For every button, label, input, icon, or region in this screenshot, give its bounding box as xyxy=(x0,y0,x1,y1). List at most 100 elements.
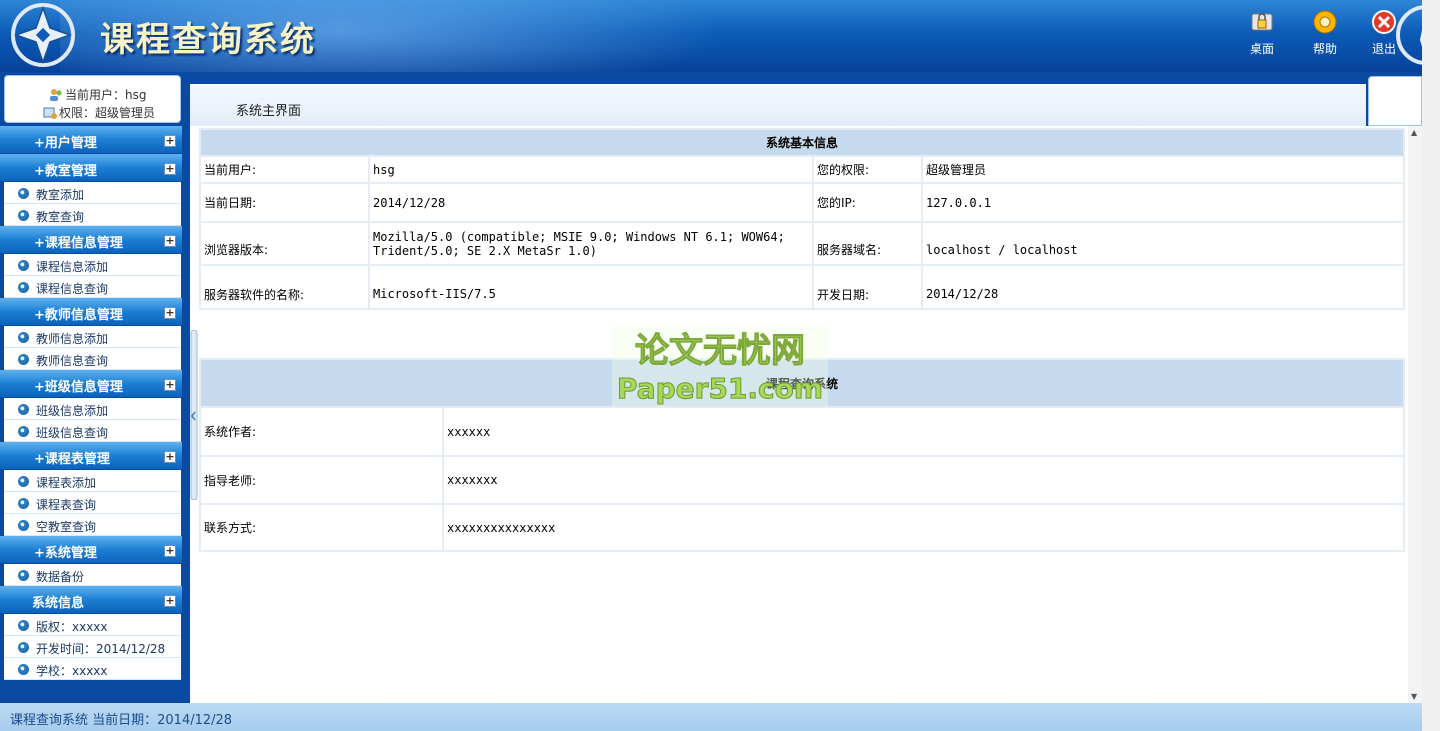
exit-close-icon xyxy=(1372,10,1396,34)
info-dev-time: 开发时间：2014/12/28 xyxy=(4,636,181,658)
bullet-icon xyxy=(18,570,29,581)
value-current-date: 2014/12/28 xyxy=(368,182,814,223)
menu-item-label: 课程表查询 xyxy=(36,498,97,512)
value-server-domain: localhost / localhost xyxy=(921,221,1405,266)
bullet-icon xyxy=(18,404,29,415)
desktop-button[interactable]: 桌面 xyxy=(1238,8,1286,57)
value-server-software: Microsoft-IIS/7.5 xyxy=(368,264,814,310)
menu-item-timetable-query[interactable]: 课程表查询 xyxy=(4,492,181,514)
scroll-down-icon[interactable]: ▼ xyxy=(1411,692,1417,701)
value-author: xxxxxx xyxy=(442,406,1405,457)
menu-title: 系统信息 xyxy=(32,596,85,611)
bullet-icon xyxy=(18,260,29,271)
svg-text:Paper51.com: Paper51.com xyxy=(617,372,823,405)
bullet-icon xyxy=(18,282,29,293)
tab-right-panel xyxy=(1368,76,1422,126)
menu-title: +教室管理 xyxy=(34,164,97,179)
menu-item-teacher-query[interactable]: 教师信息查询 xyxy=(4,348,181,370)
expand-plus-icon[interactable]: + xyxy=(164,545,176,557)
bullet-icon xyxy=(18,426,29,437)
user-icon xyxy=(50,88,62,101)
info-label: 开发时间：2014/12/28 xyxy=(36,642,166,656)
menu-teacher-info-management[interactable]: +教师信息管理 + xyxy=(0,298,182,326)
menu-item-course-query[interactable]: 课程信息查询 xyxy=(4,276,181,298)
main-tab-bar: 系统主界面 xyxy=(190,72,1422,126)
value-current-user: hsg xyxy=(368,155,814,184)
value-contact: xxxxxxxxxxxxxxx xyxy=(442,503,1405,552)
expand-plus-icon[interactable]: + xyxy=(164,135,176,147)
tab-system-main[interactable]: 系统主界面 xyxy=(190,84,1366,126)
menu-title: +课程信息管理 xyxy=(34,236,123,251)
menu-item-teacher-add[interactable]: 教师信息添加 xyxy=(4,326,181,348)
expand-plus-icon[interactable]: + xyxy=(164,307,176,319)
label-contact: 联系方式: xyxy=(199,503,444,552)
menu-user-management[interactable]: +用户管理 + xyxy=(0,126,182,154)
menu-title: +课程表管理 xyxy=(34,452,110,467)
bullet-icon xyxy=(18,642,29,653)
permission-text: 权限：超级管理员 xyxy=(59,106,156,120)
menu-item-label: 教室添加 xyxy=(36,188,85,202)
menu-classroom-management[interactable]: +教室管理 + xyxy=(0,154,182,182)
info-school: 学校：xxxxx xyxy=(4,658,181,680)
menu-class-info-management[interactable]: +班级信息管理 + xyxy=(0,370,182,398)
system-info-table: 系统基本信息 当前用户: hsg 您的权限: 超级管理员 当前日期: 2014/… xyxy=(199,128,1405,310)
expand-plus-icon[interactable]: + xyxy=(164,379,176,391)
paper51-watermark-logo: 论文无忧网 Paper51.com xyxy=(612,326,828,406)
bullet-icon xyxy=(18,210,29,221)
value-teacher: xxxxxxx xyxy=(442,455,1405,505)
status-bar: 课程查询系统 当前日期：2014/12/28 xyxy=(0,703,1422,731)
window-right-strip xyxy=(1422,0,1440,731)
bullet-icon xyxy=(18,498,29,509)
menu-item-label: 教师信息添加 xyxy=(36,332,109,346)
menu-item-label: 班级信息查询 xyxy=(36,426,109,440)
permission-icon xyxy=(43,107,57,119)
info-copyright: 版权：xxxxx xyxy=(4,614,181,636)
menu-item-classroom-add[interactable]: 教室添加 xyxy=(4,182,181,204)
label-author: 系统作者: xyxy=(199,406,444,457)
menu-title: +系统管理 xyxy=(34,546,97,561)
system-logo-icon xyxy=(11,3,75,67)
scroll-up-icon[interactable]: ▲ xyxy=(1411,128,1417,137)
menu-course-info-management[interactable]: +课程信息管理 + xyxy=(0,226,182,254)
menu-item-label: 课程表添加 xyxy=(36,476,97,490)
menu-item-label: 数据备份 xyxy=(36,570,85,584)
menu-item-data-backup[interactable]: 数据备份 xyxy=(4,564,181,586)
help-gear-icon xyxy=(1313,10,1337,34)
expand-plus-icon[interactable]: + xyxy=(164,595,176,607)
sidebar-menu: +用户管理 + +教室管理 + 教室添加 教室查询 +课程信息管理 + 课程信息… xyxy=(0,126,190,680)
value-permission: 超级管理员 xyxy=(921,155,1405,184)
menu-item-class-add[interactable]: 班级信息添加 xyxy=(4,398,181,420)
menu-item-timetable-add[interactable]: 课程表添加 xyxy=(4,470,181,492)
info-label: 版权：xxxxx xyxy=(36,620,108,634)
bullet-icon xyxy=(18,354,29,365)
menu-item-course-add[interactable]: 课程信息添加 xyxy=(4,254,181,276)
sidebar: 当前用户：hsg 权限：超级管理员 +用户管理 + +教室管理 + 教室添加 教… xyxy=(0,72,190,703)
bullet-icon xyxy=(18,188,29,199)
tab-title: 系统主界面 xyxy=(236,104,302,119)
menu-title: +教师信息管理 xyxy=(34,308,123,323)
menu-item-empty-classroom-query[interactable]: 空教室查询 xyxy=(4,514,181,536)
value-dev-date: 2014/12/28 xyxy=(921,264,1405,310)
vertical-scrollbar[interactable]: ▲ ▼ xyxy=(1408,126,1422,703)
bullet-icon xyxy=(18,332,29,343)
label-permission: 您的权限: xyxy=(812,155,923,184)
menu-system-info[interactable]: 系统信息 + xyxy=(0,586,182,614)
menu-timetable-management[interactable]: +课程表管理 + xyxy=(0,442,182,470)
menu-item-label: 班级信息添加 xyxy=(36,404,109,418)
help-button[interactable]: 帮助 xyxy=(1301,8,1349,57)
menu-item-classroom-query[interactable]: 教室查询 xyxy=(4,204,181,226)
app-title: 课程查询系统 xyxy=(100,20,316,60)
expand-plus-icon[interactable]: + xyxy=(164,235,176,247)
menu-title: +班级信息管理 xyxy=(34,380,123,395)
expand-plus-icon[interactable]: + xyxy=(164,163,176,175)
menu-item-label: 空教室查询 xyxy=(36,520,97,534)
menu-system-management[interactable]: +系统管理 + xyxy=(0,536,182,564)
bullet-icon xyxy=(18,620,29,631)
header-bar: 课程查询系统 桌面 帮助 退出 xyxy=(0,0,1422,72)
sidebar-splitter-handle[interactable] xyxy=(190,330,198,500)
expand-plus-icon[interactable]: + xyxy=(164,451,176,463)
label-current-user: 当前用户: xyxy=(199,155,370,184)
menu-item-class-query[interactable]: 班级信息查询 xyxy=(4,420,181,442)
bullet-icon xyxy=(18,664,29,675)
label-server-software: 服务器软件的名称: xyxy=(199,264,370,310)
